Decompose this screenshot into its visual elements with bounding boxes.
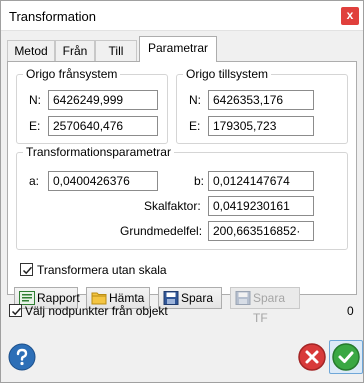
- param-b-label: b:: [194, 174, 205, 188]
- mean-error-label: Grundmedelfel:: [120, 224, 203, 238]
- scale-factor-label: Skalfaktor:: [144, 199, 201, 213]
- select-nodepoints-checkbox[interactable]: [9, 304, 22, 317]
- source-n-field[interactable]: 6426249,999: [48, 90, 158, 110]
- ok-icon: [332, 343, 360, 371]
- target-n-label: N:: [189, 93, 201, 107]
- tab-label: Från: [62, 44, 88, 58]
- param-a-field[interactable]: 0,0400426376: [48, 171, 158, 191]
- select-nodepoints-label: Välj nodpunkter från objekt: [25, 304, 168, 318]
- tab-label: Parametrar: [147, 41, 209, 55]
- window-title: Transformation: [9, 9, 96, 24]
- transform-without-scale-label: Transformera utan skala: [37, 263, 167, 277]
- title-bar: Transformation x: [1, 1, 363, 31]
- target-n-field[interactable]: 6426353,176: [208, 90, 314, 110]
- target-e-label: E:: [189, 119, 201, 133]
- save-tf-button[interactable]: Spara TF: [230, 287, 300, 325]
- scale-factor-field[interactable]: 0,0419230161: [208, 196, 314, 216]
- save-icon: [235, 291, 251, 305]
- transform-without-scale-checkbox[interactable]: [20, 263, 33, 276]
- help-button[interactable]: [8, 343, 36, 371]
- source-e-label: E:: [29, 119, 41, 133]
- close-button[interactable]: x: [341, 7, 359, 25]
- close-icon: x: [346, 8, 354, 22]
- tab-till[interactable]: Till: [95, 40, 137, 61]
- mean-error-field[interactable]: 200,663516852·: [208, 221, 314, 241]
- target-origin-title: Origo tillsystem: [186, 67, 269, 81]
- source-e-field[interactable]: 2570640,476: [48, 116, 158, 136]
- cancel-button[interactable]: [297, 342, 327, 372]
- save-label: Spara: [181, 291, 214, 305]
- tab-parametrar[interactable]: Parametrar: [139, 36, 217, 62]
- ok-button[interactable]: [329, 340, 363, 374]
- transformation-dialog: Transformation x Metod Från Till Paramet…: [0, 0, 364, 383]
- tab-label: Till: [108, 44, 124, 58]
- save-tf-label: Spara TF: [253, 291, 286, 325]
- param-a-label: a:: [29, 174, 40, 188]
- tab-metod[interactable]: Metod: [7, 40, 55, 61]
- checkmark-icon: [11, 307, 22, 316]
- tab-fran[interactable]: Från: [55, 40, 95, 61]
- tab-label: Metod: [14, 44, 48, 58]
- save-icon: [163, 291, 179, 305]
- report-icon: [19, 291, 35, 305]
- param-b-field[interactable]: 0,0124147674: [208, 171, 314, 191]
- source-origin-title: Origo frånsystem: [26, 67, 118, 81]
- target-e-field[interactable]: 179305,723: [208, 116, 314, 136]
- parametrar-panel: Origo frånsystem N: 6426249,999 E: 25706…: [7, 61, 357, 325]
- nodepoint-count: 0: [347, 304, 354, 318]
- cancel-icon: [298, 343, 326, 371]
- source-n-label: N:: [29, 93, 41, 107]
- checkmark-icon: [22, 266, 33, 275]
- folder-icon: [91, 292, 107, 305]
- params-title: Transformationsparametrar: [26, 145, 171, 159]
